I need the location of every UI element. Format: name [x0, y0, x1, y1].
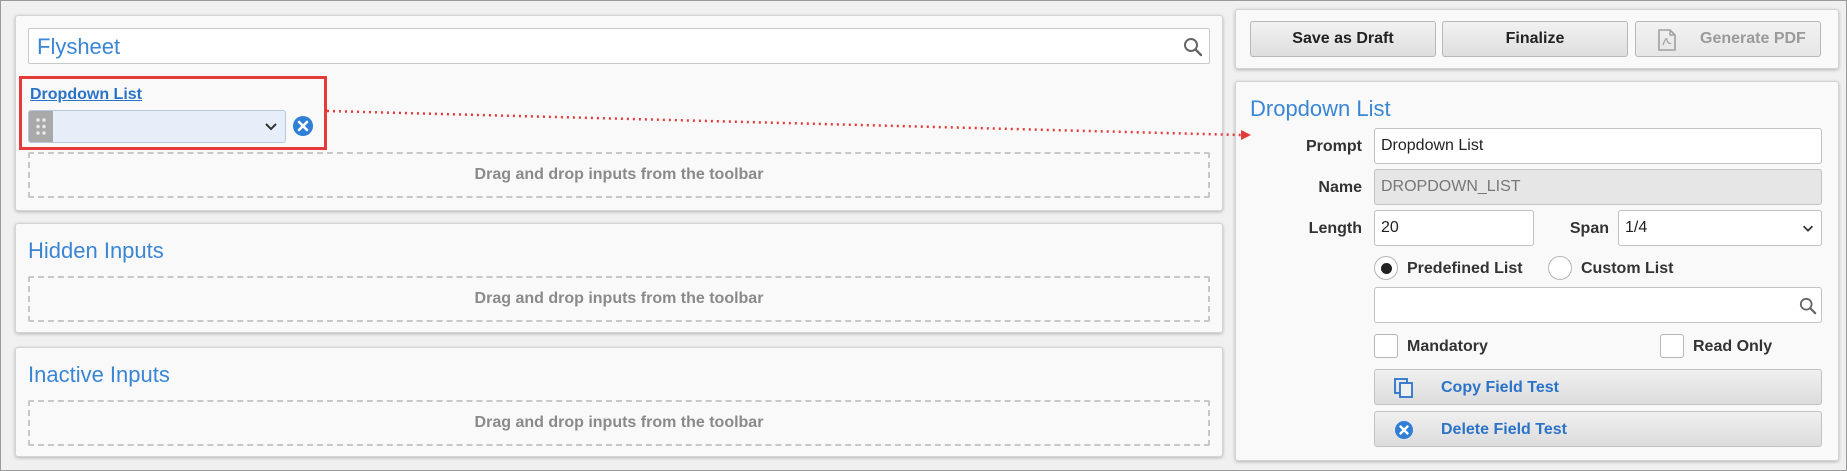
properties-title: Dropdown List [1250, 96, 1391, 121]
span-select[interactable]: 1/4 [1618, 210, 1822, 246]
inactive-inputs-dropzone[interactable]: Drag and drop inputs from the toolbar [28, 400, 1210, 446]
hidden-inputs-dropzone[interactable]: Drag and drop inputs from the toolbar [28, 276, 1210, 322]
generate-pdf-button[interactable]: Generate PDF [1635, 21, 1821, 57]
delete-field-label: Delete Field Test [1441, 421, 1567, 438]
copy-icon [1394, 378, 1413, 398]
search-icon[interactable] [1183, 37, 1203, 57]
custom-list-label: Custom List [1581, 260, 1674, 277]
delete-field-button[interactable]: Delete Field Test [1374, 411, 1822, 447]
hidden-inputs-panel: Hidden Inputs Drag and drop inputs from … [15, 223, 1223, 333]
predefined-list-label: Predefined List [1407, 260, 1523, 277]
read-only-label: Read Only [1693, 338, 1773, 355]
read-only-checkbox[interactable] [1660, 334, 1684, 358]
search-icon[interactable] [1799, 297, 1817, 315]
pdf-icon [1658, 29, 1676, 51]
inactive-inputs-title: Inactive Inputs [28, 362, 170, 387]
save-draft-label: Save as Draft [1292, 30, 1394, 47]
prompt-input[interactable]: Dropdown List [1374, 128, 1822, 164]
name-input: DROPDOWN_LIST [1374, 169, 1822, 205]
copy-field-label: Copy Field Test [1441, 379, 1559, 396]
save-draft-button[interactable]: Save as Draft [1250, 21, 1436, 57]
mandatory-label: Mandatory [1407, 338, 1488, 355]
mandatory-checkbox[interactable] [1374, 334, 1398, 358]
toolbar-panel: Save as Draft Finalize Generate PDF [1235, 9, 1839, 69]
delete-icon [1395, 421, 1413, 439]
hidden-dropzone-text: Drag and drop inputs from the toolbar [474, 290, 764, 307]
inactive-dropzone-text: Drag and drop inputs from the toolbar [474, 414, 764, 431]
hidden-inputs-title: Hidden Inputs [28, 238, 164, 263]
custom-list-radio[interactable] [1548, 256, 1572, 280]
name-label: Name [1318, 179, 1362, 196]
copy-field-button[interactable]: Copy Field Test [1374, 369, 1822, 405]
properties-panel: Dropdown List Prompt Dropdown List Name … [1235, 81, 1839, 461]
chevron-down-icon [1803, 225, 1813, 232]
form-search-value: Flysheet [37, 34, 121, 59]
prompt-label: Prompt [1306, 138, 1362, 155]
form-dropzone[interactable]: Drag and drop inputs from the toolbar [28, 152, 1210, 198]
predefined-list-radio[interactable] [1374, 256, 1398, 280]
length-input[interactable]: 20 [1374, 210, 1534, 246]
span-label: Span [1569, 220, 1609, 237]
remove-field-icon[interactable] [292, 115, 314, 137]
form-dropzone-text: Drag and drop inputs from the toolbar [474, 166, 764, 183]
finalize-label: Finalize [1505, 30, 1565, 47]
finalize-button[interactable]: Finalize [1442, 21, 1628, 57]
app-frame: Flysheet Drag and drop inputs from the t… [0, 0, 1847, 471]
form-search-input[interactable]: Flysheet [28, 28, 1210, 64]
generate-pdf-label: Generate PDF [1700, 30, 1806, 47]
chevron-down-icon[interactable] [263, 118, 279, 134]
length-label: Length [1308, 220, 1362, 237]
list-search-input[interactable] [1374, 287, 1822, 323]
span-value: 1/4 [1625, 219, 1648, 236]
drag-handle-icon[interactable] [29, 111, 53, 142]
dropdown-field-label[interactable]: Dropdown List [30, 86, 142, 104]
dropdown-field-preview[interactable] [28, 110, 286, 143]
inactive-inputs-panel: Inactive Inputs Drag and drop inputs fro… [15, 347, 1223, 457]
